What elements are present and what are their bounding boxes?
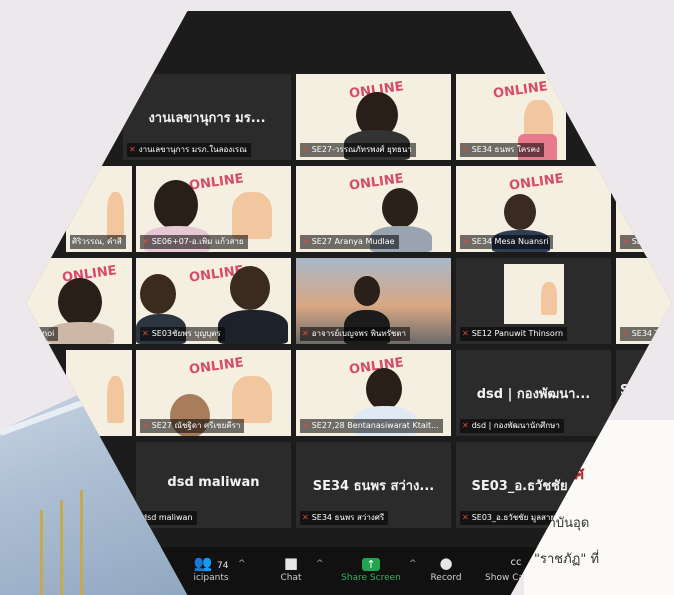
participant-label: ngnoi	[30, 327, 59, 341]
participant-label: ✕ SE34 ธนพร ใครคง	[460, 143, 544, 157]
mic-muted-icon: ✕	[462, 145, 469, 154]
mic-muted-icon: ✕	[302, 513, 309, 522]
participant-label: ✕ SE12 Panuwit Thinsorn	[460, 327, 568, 341]
participant-tile[interactable]: SE34 ธนพร สว่าง... ✕ SE34 ธนพร สว่างศรี	[296, 442, 451, 528]
participant-label: ✕ SE27,28 Bentanasiwarat Ktait...	[300, 419, 443, 433]
poster-title: ONLINE	[187, 170, 245, 194]
participant-tile[interactable]: ศิริวรรณ, คำสี	[66, 166, 132, 252]
participant-tile[interactable]: ONLINE ✕ SE03ชัยพร บุญบุตร	[136, 258, 291, 344]
chat-button[interactable]: ■ Chat	[261, 553, 321, 583]
share-screen-icon: ↑	[331, 553, 411, 573]
participant-tile[interactable]: ✕ อาจารย์เบญจพร พินทรัชดา	[296, 258, 451, 344]
share-screen-button[interactable]: ↑ Share Screen	[331, 553, 411, 583]
participant-label: ✕ SE34 Mesa Nuansri	[460, 235, 553, 249]
mic-muted-icon: ✕	[622, 329, 629, 338]
participant-tile[interactable]: ONLINE ✕ SE06+07-อ.เพิม แก้วสาย	[136, 166, 291, 252]
participant-label: ✕ SE03ชัยพร บุญบุตร	[140, 327, 225, 341]
mic-muted-icon: ✕	[462, 421, 469, 430]
mic-muted-icon: ✕	[302, 421, 309, 430]
mic-muted-icon: ✕	[622, 237, 629, 246]
mic-muted-icon: ✕	[462, 513, 469, 522]
participant-label: ✕ SE06+07-อ.เพิม แก้วสาย	[140, 235, 248, 249]
participant-label: ✕ SE27 ณัชฐิดา ศรีเชยคีรา	[140, 419, 245, 433]
participant-name: dsd maliwan	[167, 474, 260, 490]
participant-tile[interactable]: ONLINE ✕ SE27-วรรณภัทรพงศ์ ยุทธนา	[296, 74, 451, 160]
participants-button[interactable]: 👥 74 icipants	[176, 553, 246, 583]
participants-caret[interactable]: ^	[238, 559, 246, 569]
participant-tile[interactable]: ONLINE ngnoi	[26, 258, 132, 344]
participant-name: dsd | กองพัฒนา...	[476, 386, 591, 402]
participant-label: ✕ SE27 Aranya Mudlae	[300, 235, 399, 249]
mic-muted-icon: ✕	[142, 421, 149, 430]
participant-label: ศิริวรรณ, คำสี	[70, 235, 126, 249]
participant-label: ✕ dsd | กองพัฒนานักศึกษา	[460, 419, 564, 433]
participant-label: ✕ อาจารย์เบญจพร พินทรัชดา	[300, 327, 411, 341]
participant-tile[interactable]: dsd maliwan dsd maliwan	[136, 442, 291, 528]
participant-tile[interactable]: ONLINE ✕ SE27,28 Bentanasiwarat Ktait...	[296, 350, 451, 436]
mic-muted-icon: ✕	[462, 329, 469, 338]
mic-muted-icon: ✕	[129, 145, 136, 154]
record-button[interactable]: ● Record	[416, 553, 476, 583]
mic-muted-icon: ✕	[142, 329, 149, 338]
participant-name: SE34 ธนพร สว่าง...	[312, 478, 435, 494]
participant-tile[interactable]: งานเลขานุการ มร... ✕ งานเลขานุการ มรภ.ในล…	[123, 74, 291, 160]
mic-muted-icon: ✕	[302, 145, 309, 154]
record-icon: ●	[439, 554, 453, 572]
participant-tile[interactable]: ✕ SE34 Th	[616, 258, 672, 344]
card-text-4: "ราชภัฏ" ที่	[534, 552, 600, 567]
participant-label: ✕ งานเลขานุการ มรภ.ในลองเรณ	[127, 143, 251, 157]
participant-tile[interactable]: ONLINE ✕ SE27 ณัชฐิดา ศรีเชยคีรา	[136, 350, 291, 436]
participants-icon: 👥 74	[193, 554, 229, 572]
participant-name: งานเลขานุการ มร...	[148, 110, 266, 126]
participant-label: ✕ SE03_อ.ธวัชชัย มูลสาย	[460, 511, 560, 525]
participant-label: ✕ SE34 Th	[620, 327, 669, 341]
participant-tile[interactable]: ONLINE ✕ SE27 Aranya Mudlae	[296, 166, 451, 252]
mic-muted-icon: ✕	[462, 237, 469, 246]
poster-title: ONLINE	[507, 170, 565, 194]
participant-label: dsd maliwan	[140, 511, 197, 525]
poster-title: ONLINE	[187, 354, 245, 378]
mic-muted-icon: ✕	[302, 329, 309, 338]
chat-icon: ■	[283, 554, 299, 572]
participant-tile[interactable]: ONLINE ✕ SE34 Mesa Nuansri	[456, 166, 611, 252]
participant-tile[interactable]: ONLINE ✕ SE34 ธนพร ใครคง	[456, 74, 566, 160]
participant-label: ✕ SE27-วรรณภัทรพงศ์ ยุทธนา	[300, 143, 416, 157]
participant-name: SE1	[620, 382, 648, 398]
participant-label: ✕ SL10 T	[620, 235, 663, 249]
participant-tile[interactable]: dsd | กองพัฒนา... ✕ dsd | กองพัฒนานักศึกษ…	[456, 350, 611, 436]
chat-caret[interactable]: ^	[316, 559, 324, 569]
participant-tile[interactable]: ✕ SE12 Panuwit Thinsorn	[456, 258, 611, 344]
participant-tile[interactable]: ✕ SL10 T	[616, 166, 672, 252]
poster-title: ONLINE	[492, 78, 549, 102]
participant-label: ✕ SE34 ธนพร สว่างศรี	[300, 511, 389, 525]
mic-muted-icon: ✕	[302, 237, 309, 246]
mic-muted-icon: ✕	[142, 237, 149, 246]
